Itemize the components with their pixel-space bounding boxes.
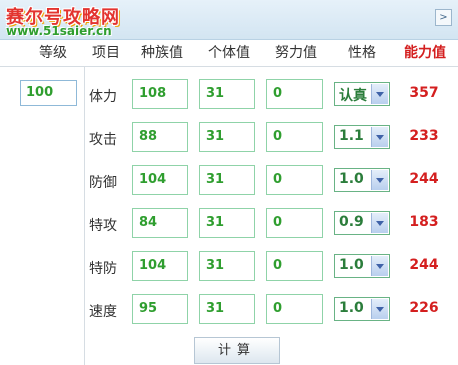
iv-input[interactable]: 31 [199, 122, 255, 152]
base-input[interactable]: 88 [132, 122, 188, 152]
chevron-down-icon[interactable] [371, 127, 388, 147]
stat-label: 速度 [89, 304, 117, 320]
nature-value: 1.0 [339, 257, 364, 273]
stat-label: 特防 [89, 261, 117, 277]
stat-row-hp: 体力 108 31 0 认真 357 [0, 79, 458, 111]
base-input[interactable]: 104 [132, 251, 188, 281]
nature-select[interactable]: 1.1 [334, 125, 390, 149]
ev-input[interactable]: 0 [266, 122, 323, 152]
power-value: 233 [409, 128, 439, 144]
ev-input[interactable]: 0 [266, 294, 323, 324]
chevron-down-icon[interactable] [371, 170, 388, 190]
nature-value: 1.0 [339, 300, 364, 316]
stat-label: 攻击 [89, 132, 117, 148]
site-header: 赛尔号攻略网 www.51saier.cn > [0, 0, 458, 40]
power-value: 357 [409, 85, 439, 101]
header-iv: 个体值 [208, 45, 250, 61]
stat-row-sp-attack: 特攻 84 31 0 0.9 183 [0, 208, 458, 240]
chevron-down-icon[interactable] [371, 84, 388, 104]
ev-input[interactable]: 0 [266, 79, 323, 109]
nature-value: 0.9 [339, 214, 364, 230]
nature-select[interactable]: 1.0 [334, 168, 390, 192]
ev-input[interactable]: 0 [266, 165, 323, 195]
collapse-button[interactable]: > [435, 9, 452, 26]
header-level: 等级 [39, 45, 67, 61]
power-value: 244 [409, 171, 439, 187]
chevron-down-icon[interactable] [371, 213, 388, 233]
header-divider [0, 66, 458, 67]
calculate-button[interactable]: 计算 [194, 337, 280, 364]
power-value: 183 [409, 214, 439, 230]
stat-row-speed: 速度 95 31 0 1.0 226 [0, 294, 458, 326]
stat-row-attack: 攻击 88 31 0 1.1 233 [0, 122, 458, 154]
iv-input[interactable]: 31 [199, 294, 255, 324]
base-input[interactable]: 104 [132, 165, 188, 195]
header-nature: 性格 [348, 45, 376, 61]
stat-label: 特攻 [89, 218, 117, 234]
nature-select[interactable]: 认真 [334, 82, 390, 106]
ev-input[interactable]: 0 [266, 251, 323, 281]
iv-input[interactable]: 31 [199, 251, 255, 281]
header-power: 能力值 [404, 45, 446, 61]
nature-select[interactable]: 1.0 [334, 297, 390, 321]
chevron-down-icon[interactable] [371, 256, 388, 276]
nature-value: 1.0 [339, 171, 364, 187]
base-input[interactable]: 95 [132, 294, 188, 324]
header-ev: 努力值 [275, 45, 317, 61]
iv-input[interactable]: 31 [199, 165, 255, 195]
stat-label: 体力 [89, 89, 117, 105]
chevron-down-icon[interactable] [371, 299, 388, 319]
power-value: 244 [409, 257, 439, 273]
site-url: www.51saier.cn [6, 24, 112, 38]
nature-value: 认真 [339, 88, 367, 104]
nature-select[interactable]: 0.9 [334, 211, 390, 235]
power-value: 226 [409, 300, 439, 316]
nature-select[interactable]: 1.0 [334, 254, 390, 278]
base-input[interactable]: 108 [132, 79, 188, 109]
nature-value: 1.1 [339, 128, 364, 144]
stat-label: 防御 [89, 175, 117, 191]
stat-row-defense: 防御 104 31 0 1.0 244 [0, 165, 458, 197]
header-base: 种族值 [141, 45, 183, 61]
base-input[interactable]: 84 [132, 208, 188, 238]
iv-input[interactable]: 31 [199, 79, 255, 109]
stat-row-sp-defense: 特防 104 31 0 1.0 244 [0, 251, 458, 283]
ev-input[interactable]: 0 [266, 208, 323, 238]
header-item: 项目 [92, 45, 120, 61]
iv-input[interactable]: 31 [199, 208, 255, 238]
